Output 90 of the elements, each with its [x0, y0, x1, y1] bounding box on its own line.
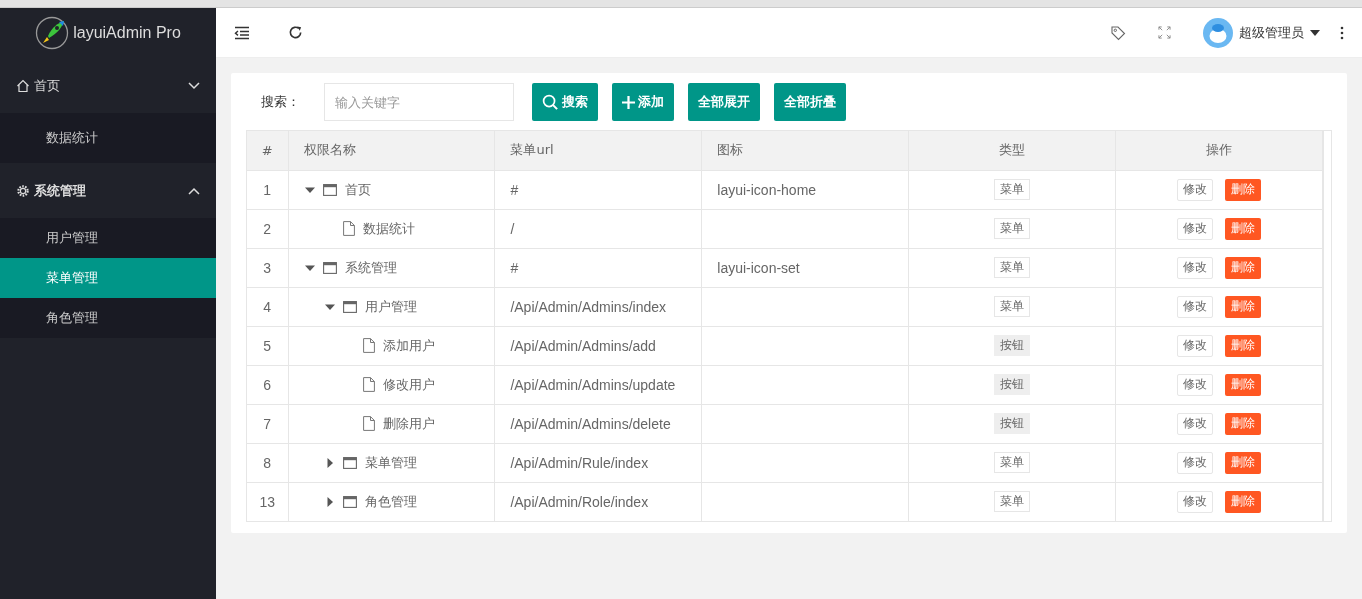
- edit-button[interactable]: 修改: [1177, 217, 1214, 240]
- table-cell: /Api/Admin/Admins/update: [494, 365, 702, 404]
- toolbar-button[interactable]: 全部展开: [688, 83, 760, 121]
- user-menu[interactable]: 超级管理员: [1203, 17, 1320, 48]
- table-cell: 4: [247, 287, 288, 326]
- search-field[interactable]: 输入关键字: [324, 83, 514, 121]
- logo-text: layuiAdmin Pro: [73, 24, 181, 42]
- edit-button[interactable]: 修改: [1177, 256, 1214, 279]
- nav-item[interactable]: 角色管理: [0, 298, 216, 338]
- table-cell: 5: [247, 326, 288, 365]
- type-tag: 按钮: [994, 413, 1031, 434]
- tree-node-label: 修改用户: [382, 375, 435, 394]
- edit-button[interactable]: 修改: [1177, 334, 1214, 357]
- menu-icon[interactable]: [234, 25, 250, 40]
- edit-button[interactable]: 修改: [1177, 490, 1214, 513]
- refresh-icon[interactable]: [288, 25, 303, 40]
- rocket-logo-icon: [35, 16, 70, 50]
- nav-group[interactable]: 系统管理: [0, 163, 216, 218]
- table-cell: /Api/Admin/Admins/add: [494, 326, 702, 365]
- column-header: #: [247, 131, 288, 170]
- nav-item[interactable]: 菜单管理: [0, 258, 216, 298]
- table-cell: layui-icon-home: [717, 181, 817, 198]
- edit-button[interactable]: 修改: [1177, 295, 1214, 318]
- avatar-icon: [1203, 17, 1233, 48]
- table-cell: 1: [247, 170, 288, 209]
- file-icon: [362, 377, 375, 392]
- column-header: 操作: [1115, 131, 1323, 170]
- table-cell: #: [494, 248, 702, 287]
- type-tag: 菜单: [994, 218, 1031, 239]
- column-header: 权限名称: [288, 131, 495, 170]
- table-cell: 13: [247, 482, 288, 521]
- tag-icon[interactable]: [1110, 24, 1126, 41]
- window-icon: [322, 183, 337, 196]
- table-cell: 8: [247, 443, 288, 482]
- search-label: 搜索：: [261, 93, 300, 111]
- tree-node-label: 菜单管理: [364, 453, 417, 472]
- nav-group[interactable]: 首页: [0, 58, 216, 113]
- window-icon: [342, 495, 357, 508]
- window-icon: [342, 300, 357, 313]
- more-icon[interactable]: [1340, 25, 1344, 40]
- table-cell: /Api/Admin/Admins/delete: [494, 404, 702, 443]
- toolbar-button[interactable]: 添加: [612, 83, 674, 121]
- tree-node-label: 首页: [344, 180, 371, 199]
- toolbar-button[interactable]: 搜索: [532, 83, 598, 121]
- fullscreen-icon[interactable]: [1158, 26, 1171, 39]
- chevron-icon: [188, 81, 200, 90]
- table-cell: /: [494, 209, 702, 248]
- table-cell: /Api/Admin/Rule/index: [494, 443, 702, 482]
- tree-node-label: 用户管理: [364, 297, 417, 316]
- window-icon: [342, 456, 357, 469]
- column-header: 类型: [908, 131, 1116, 170]
- file-icon: [342, 221, 355, 236]
- file-icon: [362, 416, 375, 431]
- settings-icon: [16, 183, 30, 198]
- nav-item[interactable]: 用户管理: [0, 218, 216, 258]
- table-cell: /Api/Admin/Role/index: [494, 482, 702, 521]
- home-icon: [16, 78, 30, 93]
- tree-node-label: 数据统计: [362, 219, 415, 238]
- tree-node-label: 角色管理: [364, 492, 417, 511]
- toolbar-button[interactable]: 全部折叠: [774, 83, 846, 121]
- chevron-icon: [188, 186, 200, 195]
- edit-button[interactable]: 修改: [1177, 178, 1214, 201]
- search-icon: [542, 93, 559, 111]
- column-header: 菜单url: [494, 131, 702, 170]
- nav-item[interactable]: 数据统计: [0, 113, 216, 163]
- file-icon: [362, 338, 375, 353]
- column-header: 图标: [701, 131, 909, 170]
- type-tag: 菜单: [994, 257, 1031, 278]
- caret-icon: [1310, 29, 1320, 36]
- tree-node-label: 添加用户: [382, 336, 435, 355]
- type-tag: 菜单: [994, 491, 1031, 513]
- tree-node-label: 删除用户: [382, 414, 435, 433]
- table-cell: #: [494, 170, 702, 209]
- table-cell: 2: [247, 209, 288, 248]
- type-tag: 按钮: [994, 374, 1031, 395]
- type-tag: 按钮: [994, 335, 1031, 356]
- table-cell: 3: [247, 248, 288, 287]
- tree-node-label: 系统管理: [344, 258, 397, 277]
- type-tag: 菜单: [994, 179, 1031, 200]
- window-icon: [322, 261, 337, 274]
- edit-button[interactable]: 修改: [1177, 373, 1214, 396]
- table-cell: 7: [247, 404, 288, 443]
- type-tag: 菜单: [994, 296, 1031, 317]
- table-cell: layui-icon-set: [717, 259, 800, 276]
- type-tag: 菜单: [994, 452, 1031, 473]
- table-cell: 6: [247, 365, 288, 404]
- plus-icon: [622, 95, 635, 109]
- table-cell: /Api/Admin/Admins/index: [494, 287, 702, 326]
- edit-button[interactable]: 修改: [1177, 412, 1214, 435]
- edit-button[interactable]: 修改: [1177, 451, 1214, 474]
